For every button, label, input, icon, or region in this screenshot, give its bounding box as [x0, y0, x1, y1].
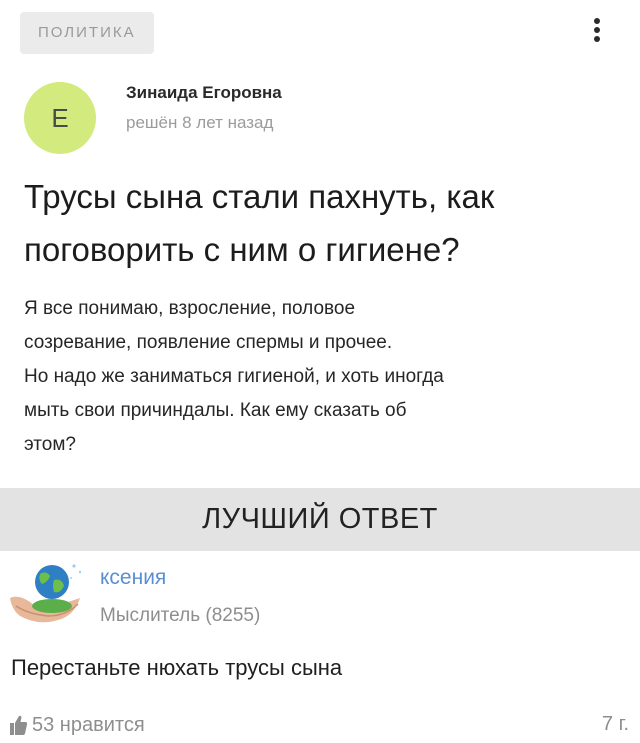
- question-body-line: созревание, появление спермы и прочее.: [24, 332, 393, 353]
- answer-text: Перестаньте нюхать трусы сына: [11, 655, 343, 680]
- answer-age: 7 г.: [601, 713, 629, 735]
- question-card: ПОЛИТИКА Е Зинаида Егоровна решён 8 лет …: [0, 0, 640, 470]
- question-body-line: этом?: [24, 434, 76, 455]
- question-body-line: Но надо же заниматься гигиеной, и хоть и…: [24, 366, 444, 387]
- like-count: 53 нравится: [32, 713, 145, 736]
- globe-in-hands-icon[interactable]: [8, 558, 90, 628]
- question-title-line: Трусы сына стали пахнуть, как: [24, 178, 495, 215]
- like-button[interactable]: 53 нравится: [8, 712, 145, 738]
- best-answer-banner: ЛУЧШИЙ ОТВЕТ: [0, 488, 640, 551]
- author-name[interactable]: Зинаида Егоровна: [126, 83, 282, 103]
- question-title: Трусы сына стали пахнуть, как поговорить…: [24, 170, 624, 276]
- question-body-line: Я все понимаю, взросление, половое: [24, 298, 356, 319]
- answer-author-rank: Мыслитель (8255): [100, 605, 261, 626]
- thumbs-up-icon: [10, 715, 28, 735]
- answer-author-name[interactable]: ксения: [100, 566, 166, 590]
- author-avatar[interactable]: Е: [24, 82, 96, 154]
- question-body-line: мыть свои причиндалы. Как ему сказать об: [24, 400, 407, 421]
- question-title-line: поговорить с ним о гигиене?: [24, 231, 460, 268]
- question-status: решён 8 лет назад: [126, 113, 274, 132]
- question-body: Я все понимаю, взросление, половое созре…: [24, 292, 614, 462]
- more-vertical-icon[interactable]: [585, 15, 609, 45]
- category-badge[interactable]: ПОЛИТИКА: [20, 12, 154, 54]
